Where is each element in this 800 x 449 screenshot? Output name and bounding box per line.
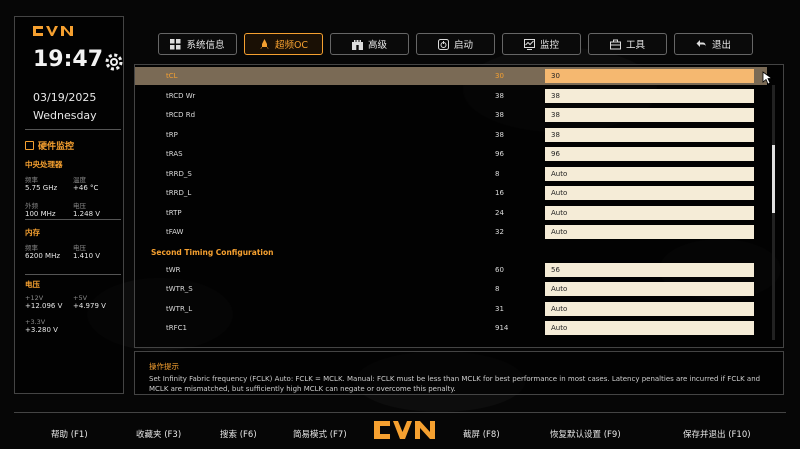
mouse-cursor-icon [762, 70, 774, 85]
setting-row-trcd-rd[interactable]: tRCD Rd 38 38 [135, 106, 767, 124]
setting-row-trcd-wr[interactable]: tRCD Wr 38 38 [135, 87, 767, 105]
setting-row-trrd-l[interactable]: tRRD_L 16 Auto [135, 184, 767, 202]
value-input[interactable]: Auto [545, 167, 754, 181]
value-input[interactable]: Auto [545, 225, 754, 239]
screenshot-button[interactable]: 截屏 (F8) [463, 428, 500, 440]
power-icon [437, 38, 449, 50]
weekday-text: Wednesday [33, 109, 97, 122]
section-title: Second Timing Configuration [151, 248, 274, 257]
back-arrow-icon [696, 39, 707, 50]
tab-tools[interactable]: 工具 [588, 33, 667, 55]
setting-row-twtr-l[interactable]: tWTR_L 31 Auto [135, 300, 767, 318]
rocket-icon [259, 38, 270, 50]
settings-panel: tCL 30 30 tRCD Wr 38 38 tRCD Rd 38 38 tR… [134, 64, 784, 348]
simple-mode-button[interactable]: 简易模式 (F7) [293, 428, 347, 440]
tab-system-info[interactable]: 系统信息 [158, 33, 237, 55]
hint-text: Set Infinity Fabric frequency (FCLK) Aut… [149, 375, 761, 393]
setting-row-tfaw[interactable]: tFAW 32 Auto [135, 223, 767, 241]
tab-boot[interactable]: 启动 [416, 33, 495, 55]
monitor-icon [523, 38, 535, 50]
divider [25, 219, 121, 220]
value-input[interactable]: 38 [545, 128, 754, 142]
divider [25, 129, 121, 130]
cpu-section: 中央处理器 频率 5.75 GHz 温度 +46 °C 外频 100 MHz 电压 1.… [25, 160, 101, 218]
toolbox-icon [609, 39, 621, 50]
chip-icon [25, 141, 34, 150]
hint-title: 操作提示 [149, 362, 179, 371]
tab-monitor[interactable]: 监控 [502, 33, 581, 55]
setting-row-twtr-s[interactable]: tWTR_S 8 Auto [135, 280, 767, 298]
date-text: 03/19/2025 [33, 91, 97, 104]
value-input[interactable]: 38 [545, 89, 754, 103]
setting-row-trtp[interactable]: tRTP 24 Auto [135, 204, 767, 222]
value-input[interactable]: Auto [545, 186, 754, 200]
clock-time: 19:47 [33, 47, 104, 72]
setting-row-tras[interactable]: tRAS 96 96 [135, 145, 767, 163]
setting-row-twr[interactable]: tWR 60 56 [135, 261, 767, 279]
sidebar: 19:47 03/19/2025 Wednesday 硬件监控 中央处理器 频率… [14, 16, 124, 394]
search-button[interactable]: 搜索 (F6) [220, 428, 257, 440]
value-input[interactable]: 56 [545, 263, 754, 277]
value-input[interactable]: Auto [545, 302, 754, 316]
setting-row-trfc1[interactable]: tRFC1 914 Auto [135, 319, 767, 337]
value-input[interactable]: Auto [545, 206, 754, 220]
voltage-section: 电压 +12V +12.096 V +5V +4.979 V +3.3V +3.280… [25, 280, 106, 334]
save-exit-button[interactable]: 保存并退出 (F10) [683, 428, 751, 440]
value-input[interactable]: 30 [545, 69, 754, 83]
footer-brand-logo [372, 417, 440, 443]
value-input[interactable]: Auto [545, 321, 754, 335]
footer-bar: 帮助 (F1) 收藏夹 (F3) 搜索 (F6) 简易模式 (F7) 截屏 (F… [14, 412, 786, 449]
help-button[interactable]: 帮助 (F1) [51, 428, 88, 440]
hint-panel: 操作提示 Set Infinity Fabric frequency (FCLK… [134, 351, 784, 395]
tab-advanced[interactable]: 高级 [330, 33, 409, 55]
hardware-monitor-title: 硬件监控 [25, 139, 74, 152]
castle-icon [351, 39, 363, 50]
gear-icon[interactable] [103, 51, 125, 73]
memory-section: 内存 频率 6200 MHz 电压 1.410 V [25, 228, 101, 260]
value-input[interactable]: 38 [545, 108, 754, 122]
setting-row-tcl[interactable]: tCL 30 30 [135, 67, 767, 85]
divider [25, 274, 121, 275]
brand-logo [31, 23, 79, 41]
setting-row-trp[interactable]: tRP 38 38 [135, 126, 767, 144]
top-tabs: 系统信息 超频OC 高级 启动 监控 工具 退出 [158, 33, 753, 55]
tab-exit[interactable]: 退出 [674, 33, 753, 55]
tab-overclock[interactable]: 超频OC [244, 33, 323, 55]
scrollbar-thumb[interactable] [772, 145, 775, 213]
setting-row-trrd-s[interactable]: tRRD_S 8 Auto [135, 165, 767, 183]
value-input[interactable]: 96 [545, 147, 754, 161]
value-input[interactable]: Auto [545, 282, 754, 296]
grid-icon [170, 38, 181, 50]
favorites-button[interactable]: 收藏夹 (F3) [136, 428, 181, 440]
restore-defaults-button[interactable]: 恢复默认设置 (F9) [550, 428, 621, 440]
